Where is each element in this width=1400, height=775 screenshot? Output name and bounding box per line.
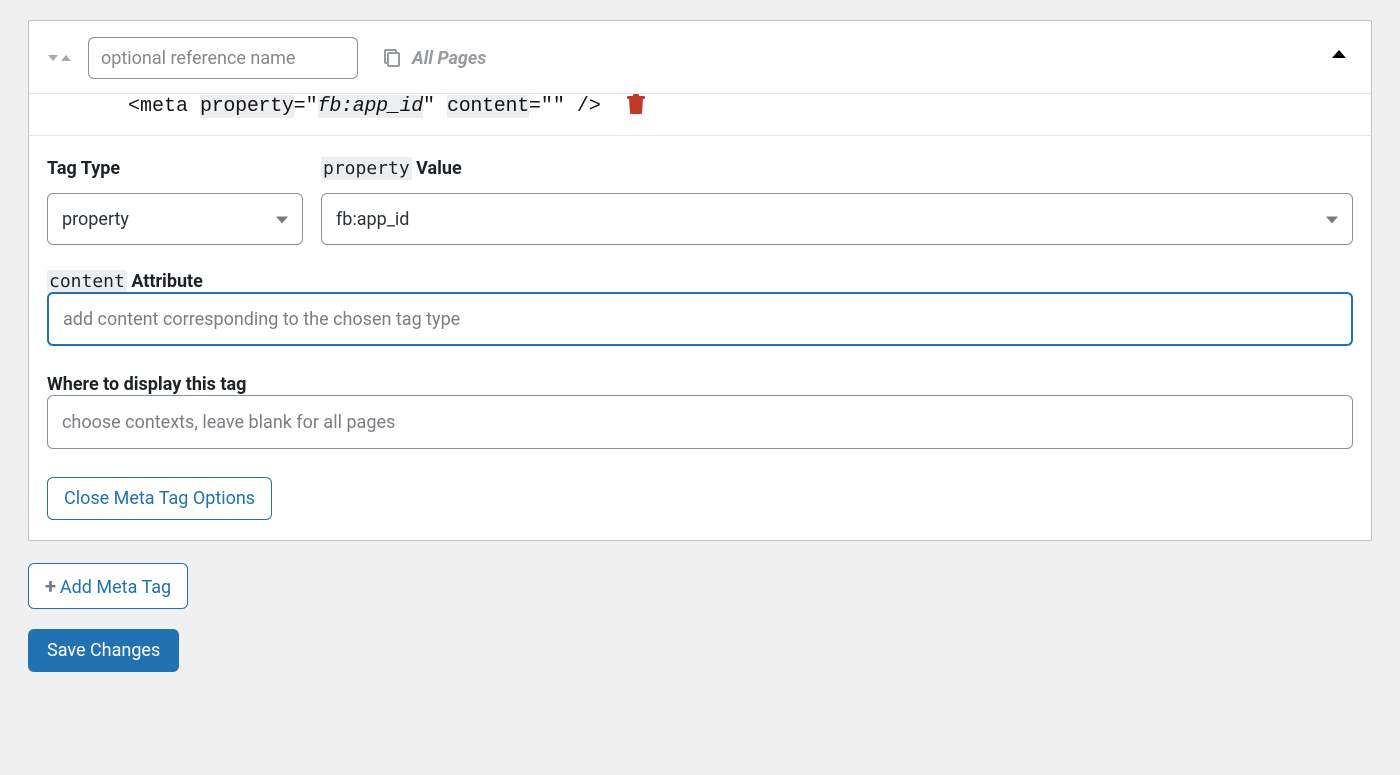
sort-handle[interactable] [47,52,72,64]
plus-icon: + [45,574,56,598]
code-preview: <meta property="fb:app_id" content="" /> [128,95,601,118]
property-value-select[interactable]: fb:app_id [321,193,1353,245]
tag-type-row: Tag Type property property Value fb:app_… [47,158,1353,245]
panel-header: All Pages [29,21,1371,94]
chevron-up-icon [1331,49,1347,59]
content-attribute-field: content Attribute [47,271,1353,346]
sort-up-icon [60,52,72,64]
property-value-field: property Value fb:app_id [321,158,1353,245]
trash-icon [627,94,645,114]
meta-tag-panel: All Pages <meta property="fb:app_id" con… [28,20,1372,541]
footer-actions: +Add Meta Tag Save Changes [28,563,1372,672]
reference-name-input[interactable] [88,37,358,79]
content-attribute-input[interactable] [47,292,1353,346]
property-value-label: property Value [321,158,1353,179]
save-changes-button[interactable]: Save Changes [28,629,179,672]
where-display-input[interactable] [47,395,1353,449]
all-pages-badge: All Pages [382,48,486,69]
add-meta-tag-button[interactable]: +Add Meta Tag [28,563,188,609]
sort-down-icon [47,52,59,64]
where-display-label: Where to display this tag [47,374,246,395]
where-display-field: Where to display this tag [47,374,1353,449]
code-preview-row: <meta property="fb:app_id" content="" /> [29,94,1371,135]
close-options-button[interactable]: Close Meta Tag Options [47,477,272,520]
delete-tag-button[interactable] [627,94,645,119]
tag-type-select[interactable]: property [47,193,303,245]
content-attribute-label: content Attribute [47,271,203,292]
panel-body: Tag Type property property Value fb:app_… [29,135,1371,540]
tag-type-label: Tag Type [47,158,303,179]
tag-type-field: Tag Type property [47,158,303,245]
all-pages-label: All Pages [412,48,486,69]
collapse-toggle[interactable] [1331,43,1347,64]
pages-icon [382,48,402,68]
